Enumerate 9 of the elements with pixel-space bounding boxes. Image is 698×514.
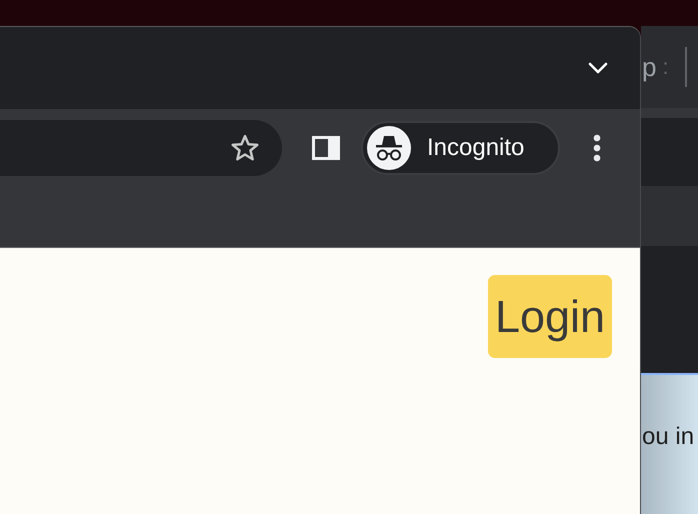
more-menu-icon[interactable] <box>593 134 601 162</box>
login-button[interactable]: Login <box>488 275 612 358</box>
chevron-down-icon[interactable] <box>588 62 608 74</box>
side-panel-icon[interactable] <box>312 136 340 160</box>
incognito-icon <box>367 126 411 170</box>
page-text: ou in <box>642 423 694 451</box>
incognito-profile-button[interactable]: Incognito <box>361 121 560 175</box>
tab-title[interactable]: p <box>642 52 656 82</box>
star-icon[interactable] <box>230 133 260 163</box>
